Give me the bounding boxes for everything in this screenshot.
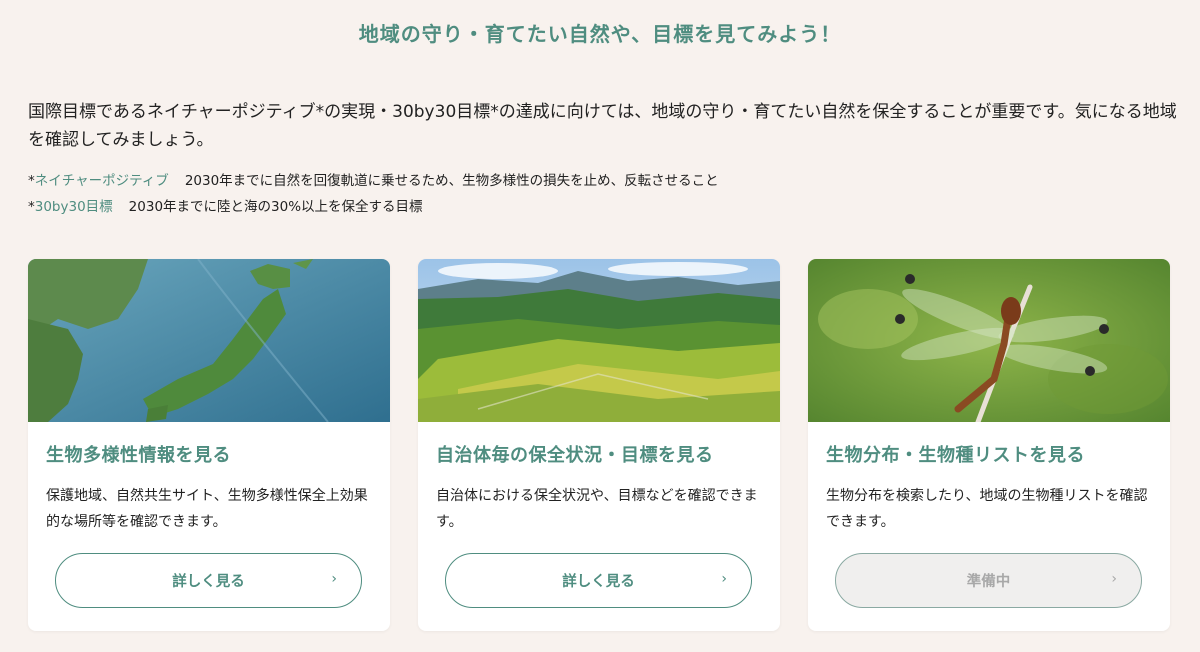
details-button[interactable]: 詳しく見る › xyxy=(55,553,362,608)
card-biodiversity-info: 生物多様性情報を見る 保護地域、自然共生サイト、生物多様性保全上効果的な場所等を… xyxy=(28,259,390,631)
japan-relief-map-image xyxy=(28,259,390,422)
card-municipality-status: 自治体毎の保全状況・目標を見る 自治体における保全状況や、目標などを確認できます… xyxy=(418,259,780,631)
button-label: 詳しく見る xyxy=(562,574,635,590)
button-label: 詳しく見る xyxy=(172,574,245,590)
footnote-marker: * xyxy=(28,173,35,189)
chevron-right-icon: › xyxy=(331,571,337,587)
footnote-30by30: *30by30目標 2030年までに陸と海の30%以上を保全する目標 xyxy=(28,195,423,215)
chevron-right-icon: › xyxy=(1111,571,1117,587)
footnote-nature-positive: *ネイチャーポジティブ 2030年までに自然を回復軌道に乗せるため、生物多様性の損… xyxy=(28,169,719,189)
details-button[interactable]: 詳しく見る › xyxy=(445,553,752,608)
button-label: 準備中 xyxy=(966,574,1011,590)
card-description: 保護地域、自然共生サイト、生物多様性保全上効果的な場所等を確認できます。 xyxy=(46,488,368,530)
intro-text: 国際目標であるネイチャーポジティブ*の実現・30by30目標*の達成に向けては、… xyxy=(28,102,1177,150)
footnote-term: 30by30目標 xyxy=(34,199,113,215)
card-description: 生物分布を検索したり、地域の生物種リストを確認できます。 xyxy=(826,488,1148,530)
dragonfly-photo-image xyxy=(808,259,1170,422)
card-description: 自治体における保全状況や、目標などを確認できます。 xyxy=(436,488,758,530)
footnote-term: ネイチャーポジティブ xyxy=(34,173,169,189)
card-title: 生物分布・生物種リストを見る xyxy=(826,445,1085,466)
terraced-fields-landscape-image xyxy=(418,259,780,422)
card-title: 生物多様性情報を見る xyxy=(46,445,231,466)
card-species-distribution: 生物分布・生物種リストを見る 生物分布を検索したり、地域の生物種リストを確認でき… xyxy=(808,259,1170,631)
footnote-text: 2030年までに自然を回復軌道に乗せるため、生物多様性の損失を止め、反転させるこ… xyxy=(184,173,719,189)
chevron-right-icon: › xyxy=(721,571,727,587)
card-title: 自治体毎の保全状況・目標を見る xyxy=(436,445,714,466)
section-heading: 地域の守り・育てたい自然や、目標を見てみよう！ xyxy=(358,22,842,46)
coming-soon-button[interactable]: 準備中 › xyxy=(835,553,1142,608)
footnote-marker: * xyxy=(28,199,35,215)
footnote-text: 2030年までに陸と海の30%以上を保全する目標 xyxy=(128,199,423,215)
